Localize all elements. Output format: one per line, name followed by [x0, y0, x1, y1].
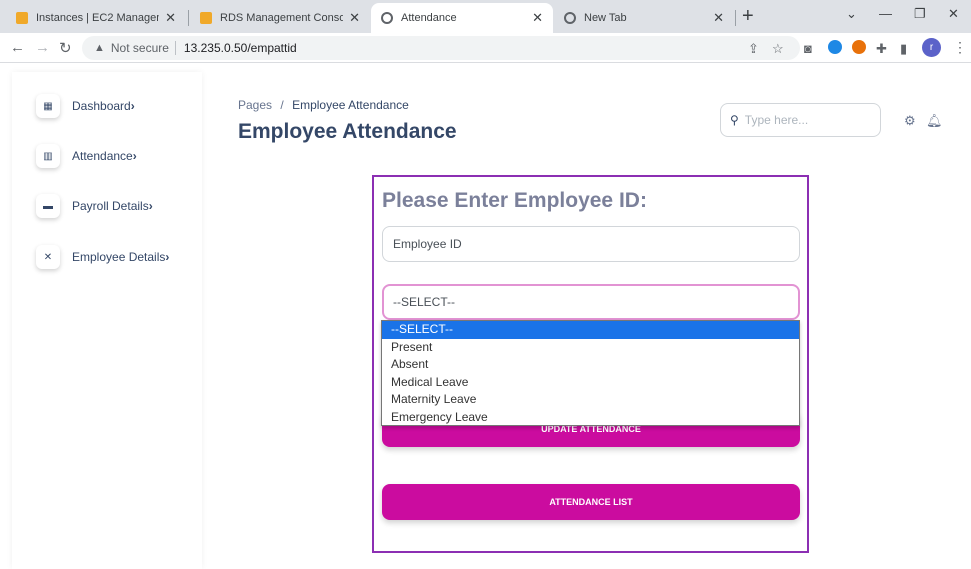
bell-icon[interactable]: 🔔︎ — [926, 113, 943, 129]
aws-icon — [16, 12, 28, 24]
sidebar-item-label: Dashboard — [72, 99, 131, 113]
browser-tab-bar: Instances | EC2 Management Con ✕ RDS Man… — [0, 0, 971, 33]
breadcrumb-separator: / — [280, 98, 284, 112]
chrome-icon — [564, 12, 576, 24]
restore-icon[interactable]: ❐ — [914, 6, 926, 22]
search-placeholder: Type here... — [744, 113, 809, 127]
url-text: 13.235.0.50/empattid — [183, 41, 297, 55]
sidebar-item-employee-details[interactable]: ✕ Employee Details › — [36, 245, 169, 269]
attendance-list-button[interactable]: ATTENDANCE LIST — [382, 484, 800, 520]
security-label: Not secure — [110, 41, 169, 55]
close-icon[interactable]: ✕ — [532, 10, 543, 26]
chevron-right-icon: › — [165, 250, 170, 264]
divider — [174, 41, 176, 55]
puzzle-icon[interactable]: ✚ — [876, 41, 887, 57]
side-panel-icon[interactable]: ▮ — [900, 41, 907, 57]
gear-icon[interactable]: ⚙ — [904, 113, 916, 129]
extension-icon[interactable] — [828, 40, 842, 54]
employee-id-placeholder: Employee ID — [393, 237, 462, 251]
camera-icon[interactable]: ◙ — [804, 41, 812, 56]
search-input[interactable]: ⚲ Type here... — [720, 103, 881, 137]
sidebar-item-payroll[interactable]: ▬ Payroll Details › — [36, 194, 153, 218]
attendance-status-select[interactable]: --SELECT-- — [382, 284, 800, 320]
breadcrumb: Pages / Employee Attendance — [238, 98, 409, 112]
employee-id-input[interactable]: Employee ID — [382, 226, 800, 262]
window-close-icon[interactable]: ✕ — [948, 6, 959, 22]
profile-avatar[interactable]: r — [922, 38, 941, 57]
tab-new[interactable]: New Tab ✕ — [554, 3, 734, 33]
search-icon: ⚲ — [730, 113, 739, 127]
select-value: --SELECT-- — [393, 295, 456, 309]
tools-icon: ✕ — [36, 245, 60, 269]
new-tab-icon[interactable]: + — [742, 5, 754, 28]
select-option[interactable]: Emergency Leave — [382, 409, 799, 427]
close-icon[interactable]: ✕ — [713, 10, 724, 26]
address-bar[interactable]: ▲ Not secure 13.235.0.50/empattid — [82, 36, 800, 60]
tab-title: Attendance — [401, 12, 457, 24]
back-icon[interactable]: ← — [10, 39, 25, 56]
menu-kebab-icon[interactable]: ⋮ — [953, 39, 967, 56]
reload-icon[interactable]: ↻ — [59, 39, 72, 57]
close-icon[interactable]: ✕ — [349, 10, 360, 26]
sidebar-item-attendance[interactable]: ▥ Attendance › — [36, 144, 137, 168]
tab-divider — [735, 10, 736, 26]
sidebar: ▦ Dashboard › ▥ Attendance › ▬ Payroll Det… — [12, 72, 202, 569]
tab-title: RDS Management Console — [220, 12, 344, 24]
tab-search-icon[interactable]: ⌄ — [846, 6, 857, 22]
chevron-right-icon: › — [132, 149, 137, 163]
tab-attendance[interactable]: Attendance ✕ — [371, 3, 553, 33]
minimize-icon[interactable]: — — [879, 6, 892, 21]
sidebar-item-label: Attendance — [72, 149, 133, 163]
sidebar-item-dashboard[interactable]: ▦ Dashboard › — [36, 94, 135, 118]
warning-icon: ▲ — [94, 42, 105, 54]
breadcrumb-root[interactable]: Pages — [238, 98, 272, 112]
form-heading: Please Enter Employee ID: — [382, 189, 647, 212]
sidebar-item-label: Employee Details — [72, 250, 166, 264]
close-icon[interactable]: ✕ — [165, 10, 176, 26]
address-toolbar: ← → ↻ ▲ Not secure 13.235.0.50/empattid … — [0, 33, 971, 63]
chart-icon: ▥ — [36, 144, 60, 168]
page-title: Employee Attendance — [238, 120, 457, 143]
card-icon: ▬ — [36, 194, 60, 218]
tab-divider — [188, 10, 189, 26]
tab-rds[interactable]: RDS Management Console ✕ — [190, 3, 370, 33]
share-icon[interactable]: ⇪ — [748, 41, 759, 57]
extension-c-icon[interactable] — [852, 40, 866, 54]
tab-ec2[interactable]: Instances | EC2 Management Con ✕ — [6, 3, 186, 33]
tab-title: Instances | EC2 Management Con — [36, 12, 159, 24]
select-option[interactable]: Maternity Leave — [382, 391, 799, 409]
breadcrumb-current: Employee Attendance — [292, 98, 409, 112]
select-option[interactable]: Medical Leave — [382, 374, 799, 392]
forward-icon[interactable]: → — [35, 39, 50, 56]
aws-icon — [200, 12, 212, 24]
globe-icon — [381, 12, 393, 24]
tab-title: New Tab — [584, 12, 627, 24]
chevron-right-icon: › — [148, 199, 153, 213]
select-dropdown-list: --SELECT-- Present Absent Medical Leave … — [381, 320, 800, 426]
sidebar-item-label: Payroll Details — [72, 199, 149, 213]
bookmark-star-icon[interactable]: ☆ — [772, 41, 784, 57]
select-option[interactable]: --SELECT-- — [382, 321, 799, 339]
shop-icon: ▦ — [36, 94, 60, 118]
select-option[interactable]: Present — [382, 339, 799, 357]
select-option[interactable]: Absent — [382, 356, 799, 374]
chevron-right-icon: › — [130, 99, 135, 113]
